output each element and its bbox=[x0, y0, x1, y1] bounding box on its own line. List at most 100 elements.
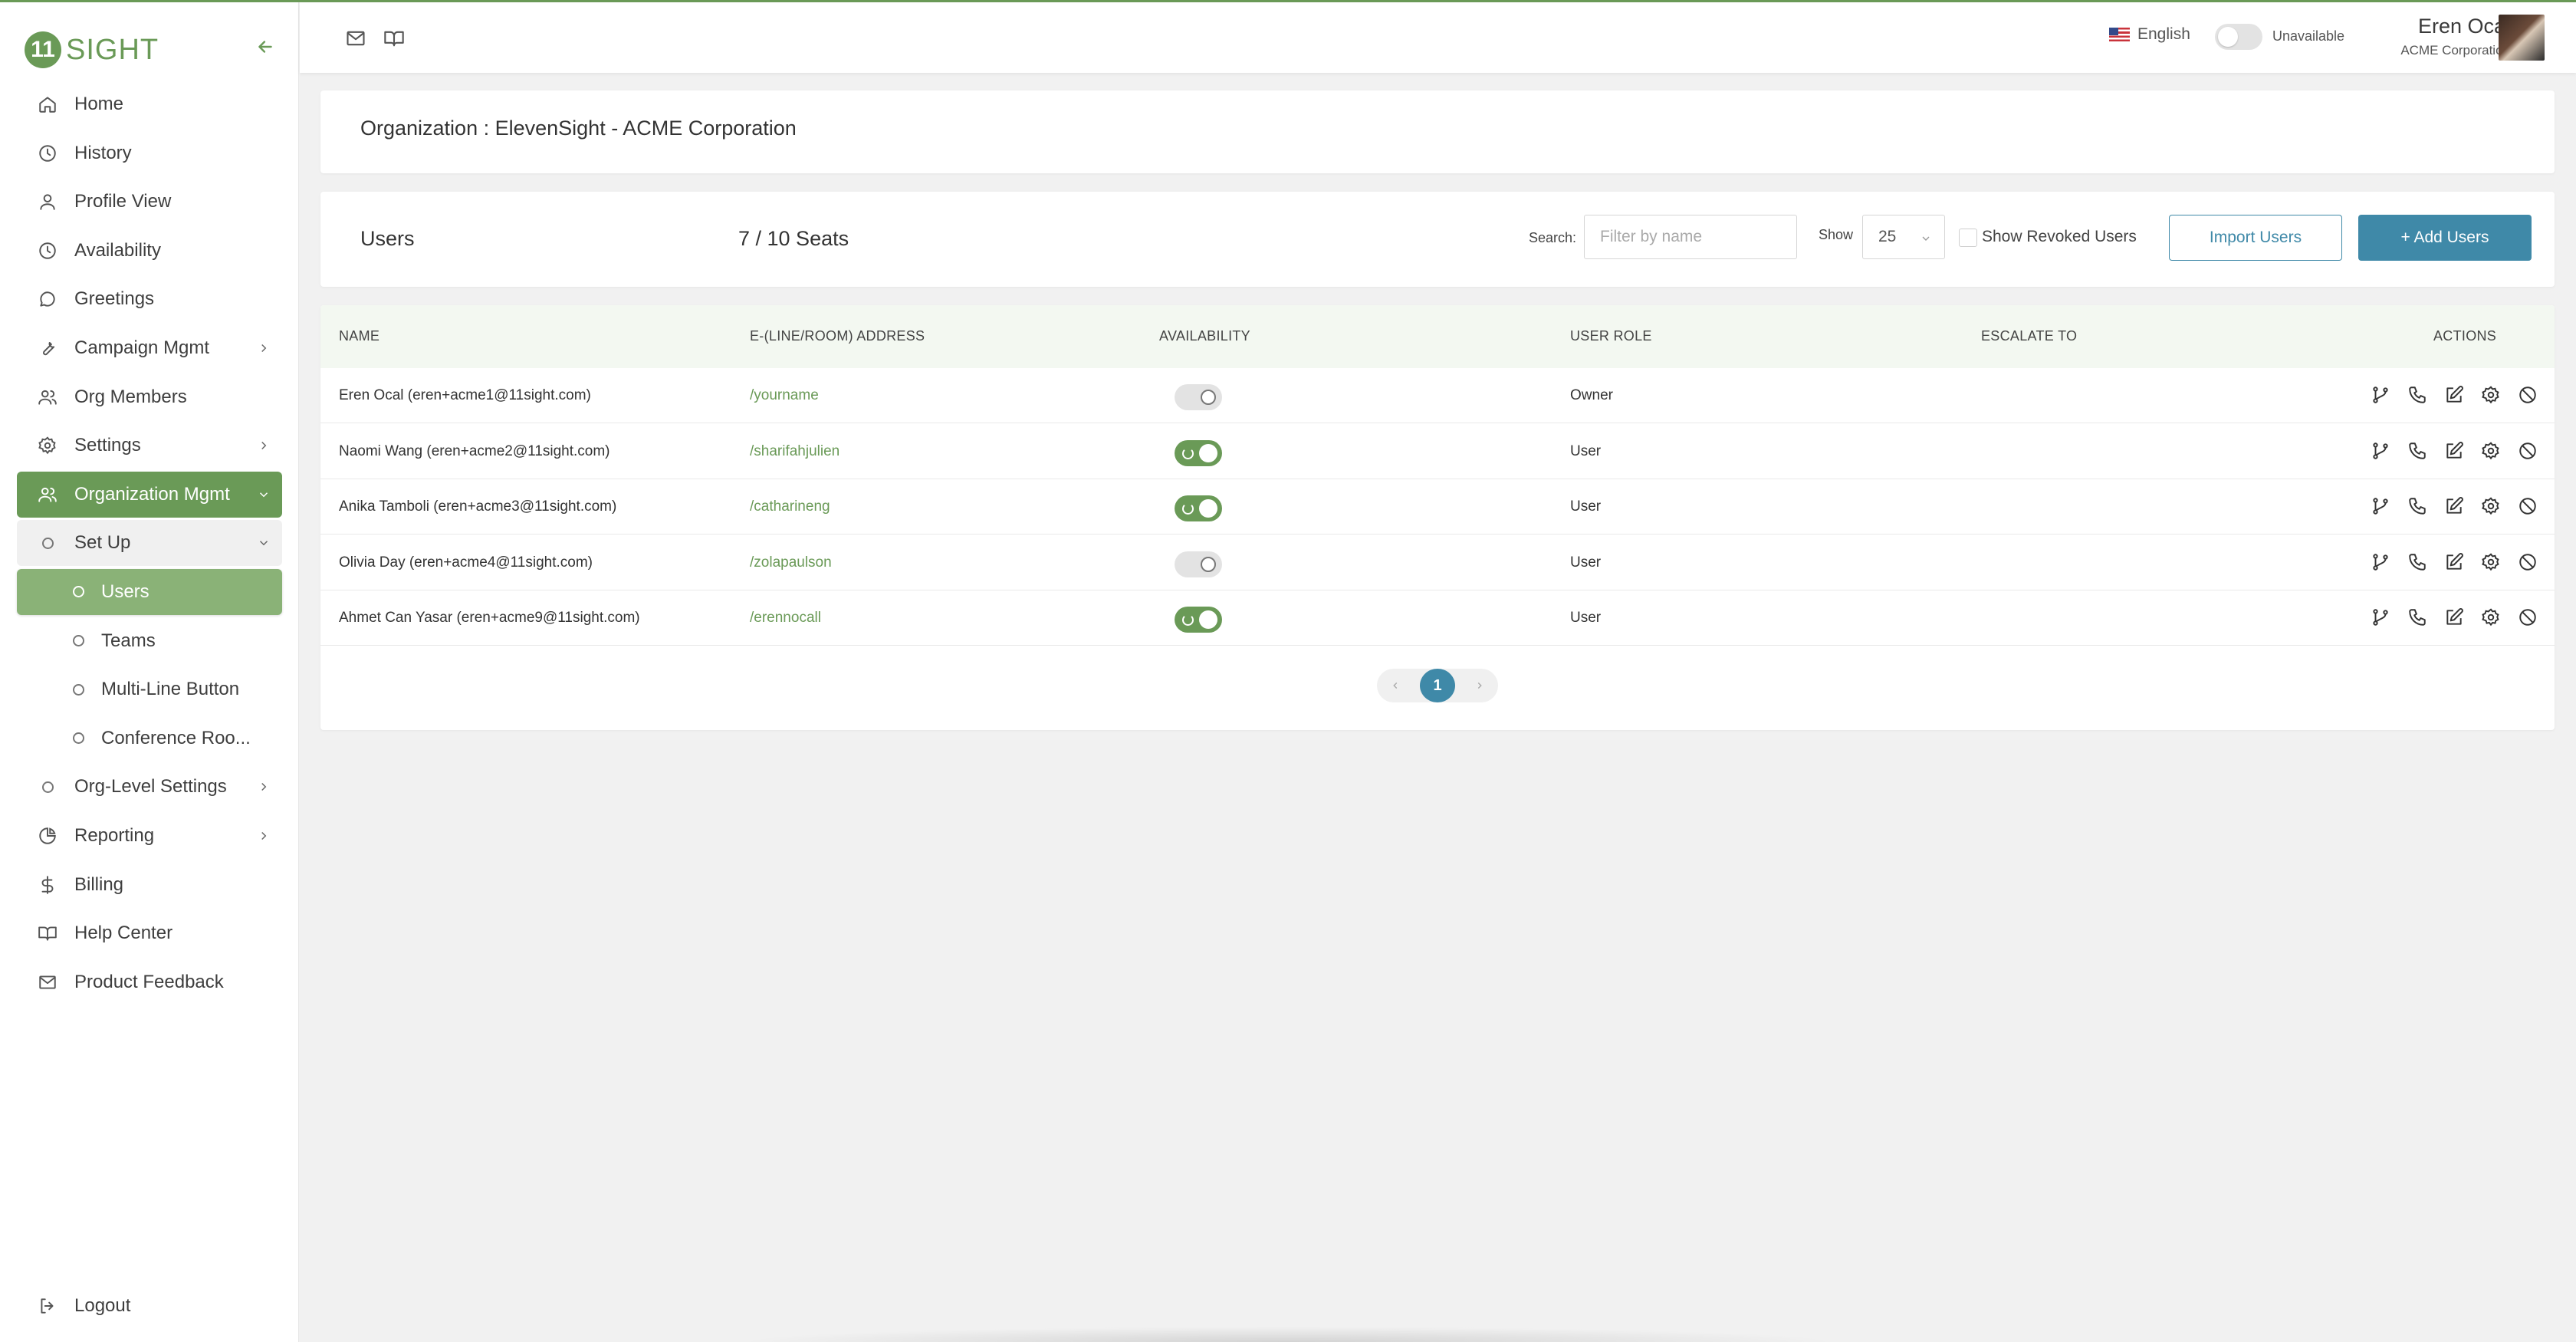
revoke-button[interactable] bbox=[2515, 549, 2541, 575]
pagination-prev[interactable] bbox=[1386, 676, 1405, 695]
sidebar-item-billing[interactable]: Billing bbox=[17, 862, 282, 908]
cell-user-role: User bbox=[1570, 442, 1602, 459]
availability-toggle[interactable] bbox=[1175, 495, 1222, 521]
sidebar-item-label: Organization Mgmt bbox=[74, 483, 230, 505]
sidebar-item-organization-mgmt[interactable]: Organization Mgmt bbox=[17, 471, 282, 518]
settings-button[interactable] bbox=[2478, 438, 2504, 464]
availability-toggle[interactable] bbox=[1175, 551, 1222, 577]
availability-toggle[interactable] bbox=[1175, 607, 1222, 633]
sidebar-item-availability[interactable]: Availability bbox=[17, 228, 282, 274]
language-selector[interactable]: English bbox=[2109, 25, 2190, 44]
call-button[interactable] bbox=[2404, 549, 2430, 575]
collapse-sidebar-button[interactable] bbox=[250, 31, 281, 62]
logo-mark: 11 bbox=[25, 31, 61, 68]
sidebar-item-set-up[interactable]: Set Up bbox=[17, 520, 282, 567]
call-button[interactable] bbox=[2404, 382, 2430, 408]
sidebar-item-label: Availability bbox=[74, 239, 161, 261]
sidebar-item-org-members[interactable]: Org Members bbox=[17, 374, 282, 420]
escalation-button[interactable] bbox=[2367, 549, 2394, 575]
edit-button[interactable] bbox=[2441, 493, 2467, 519]
column-header-user-role[interactable]: USER ROLE bbox=[1570, 328, 1652, 344]
escalation-button[interactable] bbox=[2367, 382, 2394, 408]
settings-button[interactable] bbox=[2478, 382, 2504, 408]
escalation-button[interactable] bbox=[2367, 438, 2394, 464]
chevron-right-icon bbox=[255, 339, 273, 357]
escalation-button[interactable] bbox=[2367, 493, 2394, 519]
row-actions bbox=[2367, 493, 2541, 519]
logout-button[interactable]: Logout bbox=[17, 1283, 282, 1329]
cell-address-link[interactable]: /yourname bbox=[750, 387, 819, 404]
escalation-button[interactable] bbox=[2367, 604, 2394, 630]
sidebar-item-help-center[interactable]: Help Center bbox=[17, 910, 282, 956]
sidebar-item-multi-line-button[interactable]: Multi-Line Button bbox=[17, 666, 282, 712]
avatar[interactable] bbox=[2499, 15, 2545, 61]
sidebar-item-users[interactable]: Users bbox=[17, 568, 282, 615]
gear-icon bbox=[2481, 385, 2501, 405]
user-name: Eren Ocal bbox=[2417, 15, 2510, 38]
user-menu[interactable]: Eren Ocal ACME Corporation bbox=[2400, 15, 2510, 58]
table-row: Olivia Day (eren+acme4@11sight.com) /zola… bbox=[320, 535, 2555, 590]
row-actions bbox=[2367, 604, 2541, 630]
column-header-address[interactable]: E-(LINE/ROOM) ADDRESS bbox=[750, 328, 925, 344]
settings-button[interactable] bbox=[2478, 549, 2504, 575]
import-users-button[interactable]: Import Users bbox=[2169, 215, 2342, 261]
chevron-right-icon bbox=[255, 778, 273, 796]
cell-address-link[interactable]: /catharineng bbox=[750, 498, 830, 515]
settings-button[interactable] bbox=[2478, 493, 2504, 519]
cell-address-link[interactable]: /sharifahjulien bbox=[750, 443, 840, 460]
column-header-name[interactable]: NAME bbox=[339, 328, 380, 344]
sidebar-item-history[interactable]: History bbox=[17, 130, 282, 176]
sidebar-item-profile-view[interactable]: Profile View bbox=[17, 179, 282, 225]
revoke-button[interactable] bbox=[2515, 604, 2541, 630]
sidebar-item-org-level-settings[interactable]: Org-Level Settings bbox=[17, 764, 282, 810]
edit-icon bbox=[2444, 607, 2464, 627]
branch-icon bbox=[2371, 607, 2390, 627]
phone-icon bbox=[2407, 607, 2427, 627]
column-header-availability[interactable]: AVAILABILITY bbox=[1159, 328, 1250, 344]
chevron-down-icon bbox=[1920, 231, 1932, 249]
cell-user-role: User bbox=[1570, 498, 1602, 515]
sidebar-item-settings[interactable]: Settings bbox=[17, 423, 282, 469]
users-icon bbox=[32, 479, 63, 510]
sidebar-item-greetings[interactable]: Greetings bbox=[17, 276, 282, 322]
show-revoked-checkbox[interactable] bbox=[1959, 229, 1977, 247]
sidebar-item-teams[interactable]: Teams bbox=[17, 618, 282, 664]
search-input[interactable] bbox=[1584, 215, 1797, 259]
brand-logo[interactable]: 11 SIGHT bbox=[25, 28, 159, 71]
edit-button[interactable] bbox=[2441, 604, 2467, 630]
availability-toggle[interactable] bbox=[1175, 384, 1222, 410]
gear-icon bbox=[2481, 607, 2501, 627]
help-book-button[interactable] bbox=[381, 25, 407, 51]
sidebar-item-label: Product Feedback bbox=[74, 971, 224, 992]
availability-toggle[interactable] bbox=[1175, 439, 1222, 466]
branch-icon bbox=[2371, 496, 2390, 516]
edit-button[interactable] bbox=[2441, 549, 2467, 575]
settings-button[interactable] bbox=[2478, 604, 2504, 630]
revoke-button[interactable] bbox=[2515, 382, 2541, 408]
sidebar-item-reporting[interactable]: Reporting bbox=[17, 813, 282, 859]
sidebar-item-product-feedback[interactable]: Product Feedback bbox=[17, 959, 282, 1005]
cell-address-link[interactable]: /erennocall bbox=[750, 610, 821, 627]
call-button[interactable] bbox=[2404, 604, 2430, 630]
sidebar-item-conference-room[interactable]: Conference Roo... bbox=[17, 715, 282, 761]
page-size-select[interactable]: 25 bbox=[1862, 215, 1945, 259]
pagination-next[interactable] bbox=[1470, 676, 1489, 695]
mail-button[interactable] bbox=[343, 25, 369, 51]
sidebar-item-label: Settings bbox=[74, 435, 141, 456]
block-icon bbox=[2518, 607, 2538, 627]
column-header-escalate-to[interactable]: ESCALATE TO bbox=[1981, 328, 2077, 344]
call-button[interactable] bbox=[2404, 438, 2430, 464]
home-icon bbox=[32, 89, 63, 120]
sidebar-item-home[interactable]: Home bbox=[17, 81, 282, 127]
revoke-button[interactable] bbox=[2515, 438, 2541, 464]
pagination-current-page[interactable]: 1 bbox=[1420, 669, 1455, 702]
availability-toggle[interactable] bbox=[2215, 24, 2262, 50]
revoke-button[interactable] bbox=[2515, 493, 2541, 519]
cell-address-link[interactable]: /zolapaulson bbox=[750, 554, 832, 571]
sidebar-item-campaign-mgmt[interactable]: Campaign Mgmt bbox=[17, 325, 282, 371]
edit-button[interactable] bbox=[2441, 382, 2467, 408]
add-users-button[interactable]: + Add Users bbox=[2358, 215, 2532, 261]
phone-icon bbox=[2407, 385, 2427, 405]
edit-button[interactable] bbox=[2441, 438, 2467, 464]
call-button[interactable] bbox=[2404, 493, 2430, 519]
